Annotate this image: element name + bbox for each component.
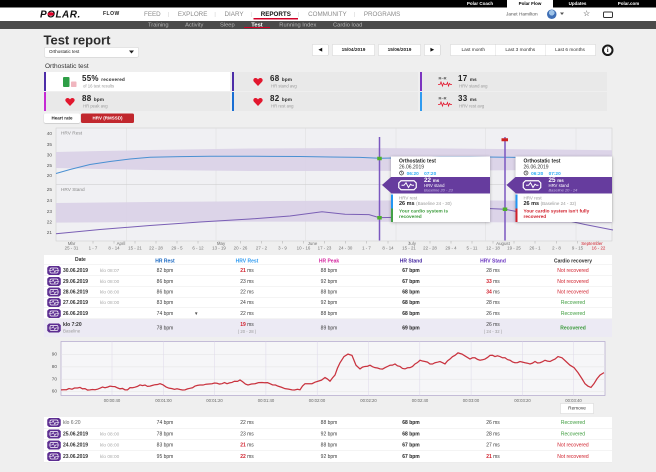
svg-text:20 - 26: 20 - 26 — [234, 246, 248, 251]
svg-text:24 - 30: 24 - 30 — [339, 246, 353, 251]
svg-text:27 - 2: 27 - 2 — [256, 246, 268, 251]
svg-text:15 - 21: 15 - 21 — [402, 246, 416, 251]
svg-text:00:03:00: 00:03:00 — [463, 398, 480, 403]
svg-text:1 - 7: 1 - 7 — [362, 246, 371, 251]
svg-text:25: 25 — [47, 187, 53, 193]
svg-text:22 - 28: 22 - 28 — [423, 246, 437, 251]
svg-text:8 - 14: 8 - 14 — [108, 246, 120, 251]
svg-text:July: July — [408, 241, 417, 246]
svg-text:60: 60 — [52, 389, 58, 395]
svg-text:12 - 18: 12 - 18 — [486, 246, 500, 251]
svg-text:25 - 31: 25 - 31 — [65, 246, 79, 251]
svg-text:Mar: Mar — [68, 241, 76, 246]
svg-text:80: 80 — [52, 364, 58, 370]
svg-text:29 - 5: 29 - 5 — [171, 246, 183, 251]
svg-text:5 - 11: 5 - 11 — [467, 246, 478, 251]
svg-text:22 - 28: 22 - 28 — [149, 246, 163, 251]
svg-text:30: 30 — [47, 153, 53, 159]
svg-text:19 - 25: 19 - 25 — [507, 246, 521, 251]
svg-text:15 - 21: 15 - 21 — [128, 246, 142, 251]
svg-text:April: April — [117, 241, 126, 246]
svg-text:May: May — [217, 241, 226, 246]
svg-text:25: 25 — [47, 163, 53, 169]
svg-text:35: 35 — [47, 142, 53, 148]
svg-text:2 - 8: 2 - 8 — [552, 246, 561, 251]
svg-text:16 - 22: 16 - 22 — [592, 246, 606, 251]
svg-text:90: 90 — [52, 352, 58, 358]
svg-text:00:01:20: 00:01:20 — [206, 398, 223, 403]
svg-text:70: 70 — [52, 377, 58, 383]
svg-text:10 - 16: 10 - 16 — [297, 246, 311, 251]
svg-text:23: 23 — [47, 209, 53, 215]
svg-text:24: 24 — [47, 198, 53, 204]
svg-text:00:00:40: 00:00:40 — [104, 398, 121, 403]
svg-text:00:03:20: 00:03:20 — [514, 398, 531, 403]
svg-text:8 - 14: 8 - 14 — [382, 246, 394, 251]
svg-text:29 - 4: 29 - 4 — [445, 246, 457, 251]
svg-text:13 - 19: 13 - 19 — [212, 246, 226, 251]
svg-text:22: 22 — [47, 219, 53, 225]
svg-text:21: 21 — [47, 230, 53, 236]
svg-text:00:02:20: 00:02:20 — [360, 398, 377, 403]
svg-text:00:02:00: 00:02:00 — [309, 398, 326, 403]
svg-text:00:02:40: 00:02:40 — [412, 398, 429, 403]
svg-text:HRV Rest: HRV Rest — [61, 131, 83, 137]
svg-text:3 - 9: 3 - 9 — [278, 246, 287, 251]
svg-text:June: June — [308, 241, 318, 246]
svg-text:August: August — [496, 241, 510, 246]
svg-text:6 - 12: 6 - 12 — [192, 246, 204, 251]
svg-text:26 - 1: 26 - 1 — [529, 246, 541, 251]
svg-text:17 - 23: 17 - 23 — [318, 246, 332, 251]
svg-text:HRV Stand: HRV Stand — [61, 187, 85, 193]
svg-text:00:01:40: 00:01:40 — [258, 398, 275, 403]
svg-text:9 - 15: 9 - 15 — [572, 246, 584, 251]
svg-text:20: 20 — [47, 173, 53, 179]
svg-text:September: September — [581, 241, 603, 246]
svg-text:40: 40 — [47, 131, 53, 137]
svg-text:1 - 7: 1 - 7 — [89, 246, 98, 251]
svg-text:00:01:00: 00:01:00 — [155, 398, 172, 403]
